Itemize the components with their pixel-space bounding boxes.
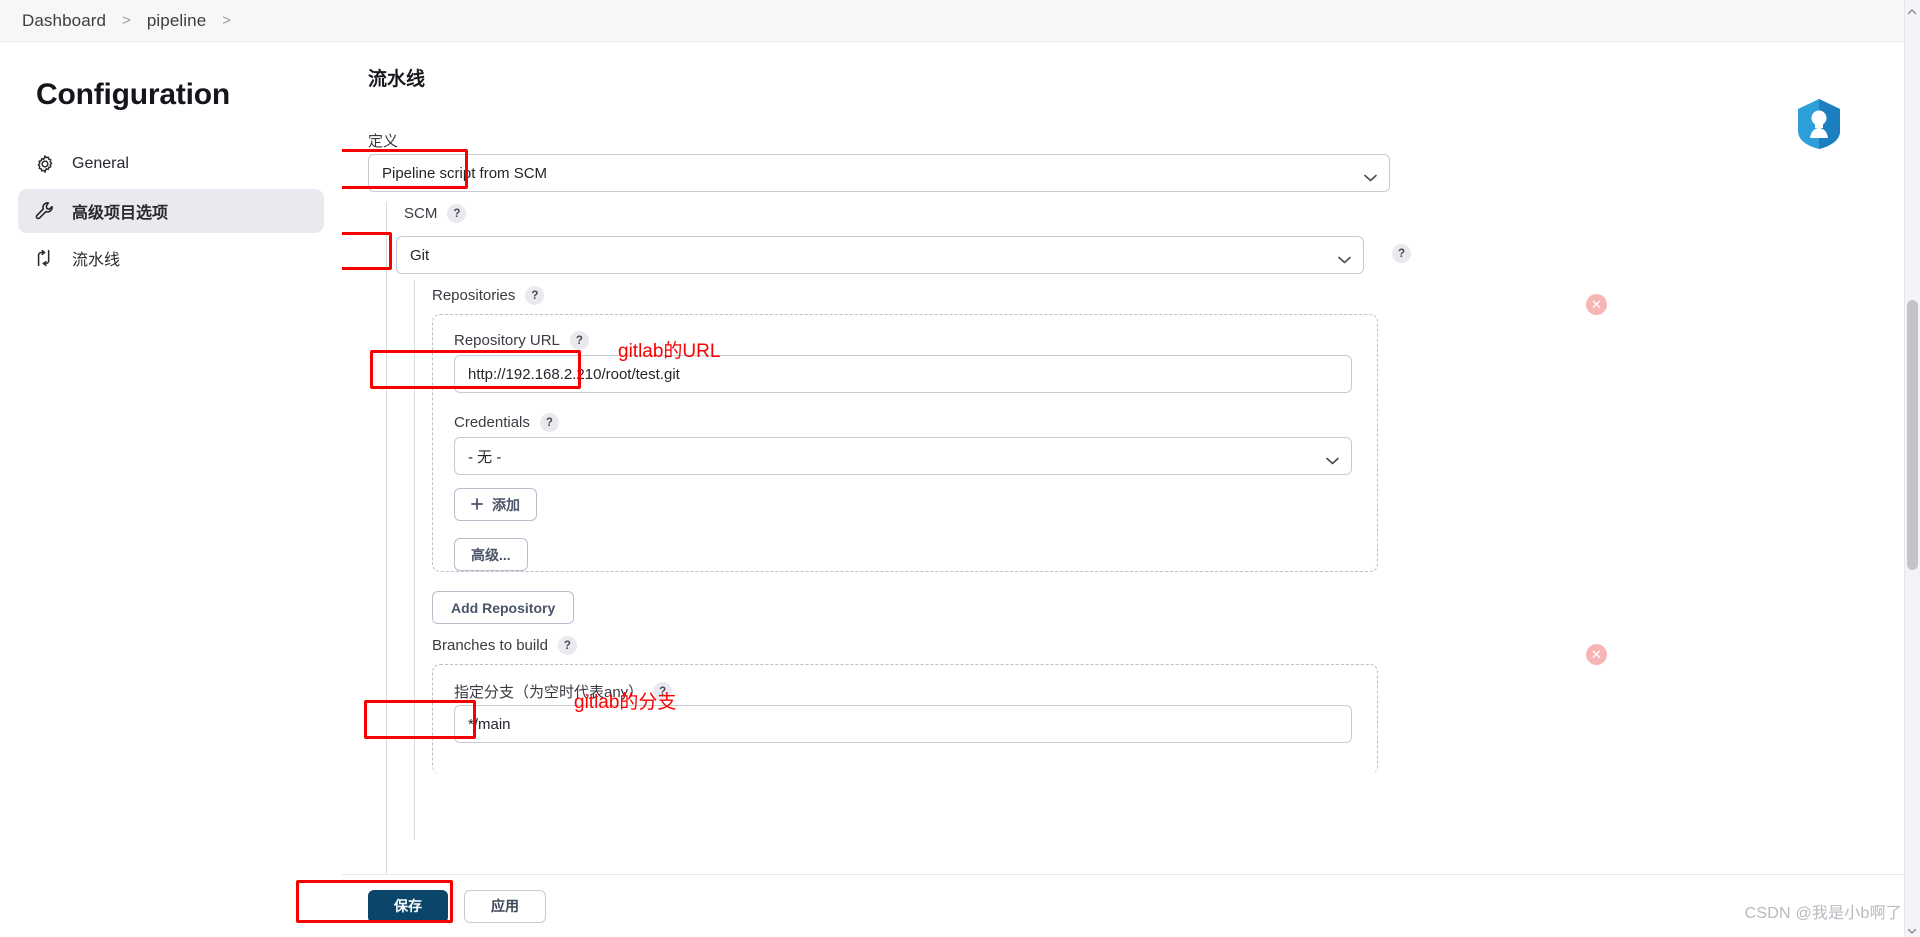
- annotation-text-url: gitlab的URL: [618, 341, 721, 362]
- definition-label: 定义: [368, 133, 399, 150]
- main-content: 流水线 定义 Pipeline script from SCM SCM ? Gi…: [342, 42, 1920, 937]
- add-repository-button[interactable]: Add Repository: [432, 591, 575, 624]
- add-repository-label: Add Repository: [451, 599, 556, 616]
- scm-select[interactable]: Git: [396, 236, 1364, 274]
- definition-select[interactable]: Pipeline script from SCM: [368, 154, 1390, 192]
- page-title: Configuration: [36, 78, 231, 111]
- jenkins-logo-icon: [1796, 98, 1842, 150]
- help-icon-scm-right[interactable]: ?: [1392, 244, 1411, 263]
- annotation-text-branch: gitlab的分支: [574, 692, 677, 713]
- scrollbar-track[interactable]: [1904, 0, 1920, 937]
- delete-repository-button[interactable]: ✕: [1586, 294, 1607, 315]
- repository-url-label-row: Repository URL ?: [454, 331, 589, 350]
- help-icon-credentials[interactable]: ?: [539, 413, 559, 432]
- credentials-label-row: Credentials ?: [454, 413, 559, 432]
- scroll-up-arrow-icon[interactable]: [1907, 4, 1917, 15]
- sidebar-item-advanced-options[interactable]: 高级项目选项: [18, 189, 324, 233]
- chevron-down-icon: [1326, 452, 1339, 465]
- annotation-box-scm: [342, 232, 392, 270]
- repositories-label: Repositories: [432, 287, 516, 304]
- delete-branch-button[interactable]: ✕: [1586, 644, 1607, 665]
- bottom-action-bar: 保存 应用: [342, 874, 1920, 937]
- help-icon-branches[interactable]: ?: [557, 636, 577, 655]
- help-icon-repositories[interactable]: ?: [525, 286, 545, 305]
- breadcrumb-item-pipeline[interactable]: pipeline: [147, 11, 206, 31]
- pipeline-icon: [34, 247, 56, 269]
- scm-label: SCM: [404, 205, 438, 222]
- sidebar-nav: General 高级项目选项 流水线: [0, 142, 342, 280]
- branches-to-build-label: Branches to build: [432, 637, 548, 654]
- add-credentials-button[interactable]: 添加: [454, 488, 537, 521]
- repositories-label-row: Repositories ?: [432, 286, 545, 305]
- gear-icon: [34, 153, 56, 175]
- help-icon-scm[interactable]: ?: [447, 204, 467, 223]
- repository-url-label: Repository URL: [454, 332, 560, 349]
- sidebar-item-pipeline[interactable]: 流水线: [18, 236, 324, 280]
- wrench-icon: [34, 200, 56, 222]
- scrollbar-thumb[interactable]: [1907, 300, 1918, 570]
- scm-select-value: Git: [410, 246, 430, 264]
- credentials-select-value: - 无 -: [468, 448, 502, 466]
- app-root: Dashboard > pipeline > Configuration Gen…: [0, 0, 1920, 937]
- repository-url-input[interactable]: http://192.168.2.210/root/test.git: [454, 355, 1352, 393]
- branch-specifier-value: */main: [468, 715, 511, 733]
- sidebar-item-general[interactable]: General: [18, 142, 324, 186]
- credentials-label: Credentials: [454, 414, 530, 431]
- breadcrumb-separator: >: [122, 12, 131, 29]
- repository-advanced-button[interactable]: 高级...: [454, 538, 528, 571]
- scroll-down-arrow-icon[interactable]: [1907, 923, 1917, 934]
- watermark: CSDN @我是小b啊了: [1744, 905, 1902, 922]
- sidebar-item-label-general: General: [72, 155, 129, 172]
- section-title-pipeline: 流水线: [368, 69, 426, 90]
- breadcrumb-separator-2: >: [222, 12, 232, 29]
- indent-guide-scm: [386, 202, 387, 902]
- chevron-down-icon: [1338, 251, 1351, 264]
- sidebar: Configuration General 高级项目选项 流水线: [0, 42, 342, 937]
- sidebar-item-label-pipeline: 流水线: [72, 252, 121, 269]
- scm-label-row: SCM ?: [404, 204, 467, 223]
- branches-label-row: Branches to build ?: [432, 636, 577, 655]
- add-credentials-label: 添加: [492, 496, 520, 513]
- help-icon-repository-url[interactable]: ?: [569, 331, 589, 350]
- apply-button[interactable]: 应用: [464, 889, 546, 923]
- definition-select-value: Pipeline script from SCM: [382, 164, 548, 182]
- plus-icon: [471, 497, 483, 513]
- chevron-down-icon: [1364, 169, 1377, 182]
- repository-advanced-label: 高级...: [471, 546, 511, 563]
- indent-guide-repositories: [414, 280, 415, 840]
- credentials-select[interactable]: - 无 -: [454, 437, 1352, 475]
- breadcrumb-item-dashboard[interactable]: Dashboard: [22, 11, 106, 31]
- save-button[interactable]: 保存: [368, 889, 448, 923]
- breadcrumb: Dashboard > pipeline >: [0, 0, 1920, 42]
- repository-url-value: http://192.168.2.210/root/test.git: [468, 365, 680, 383]
- sidebar-item-label-advanced-options: 高级项目选项: [72, 205, 169, 222]
